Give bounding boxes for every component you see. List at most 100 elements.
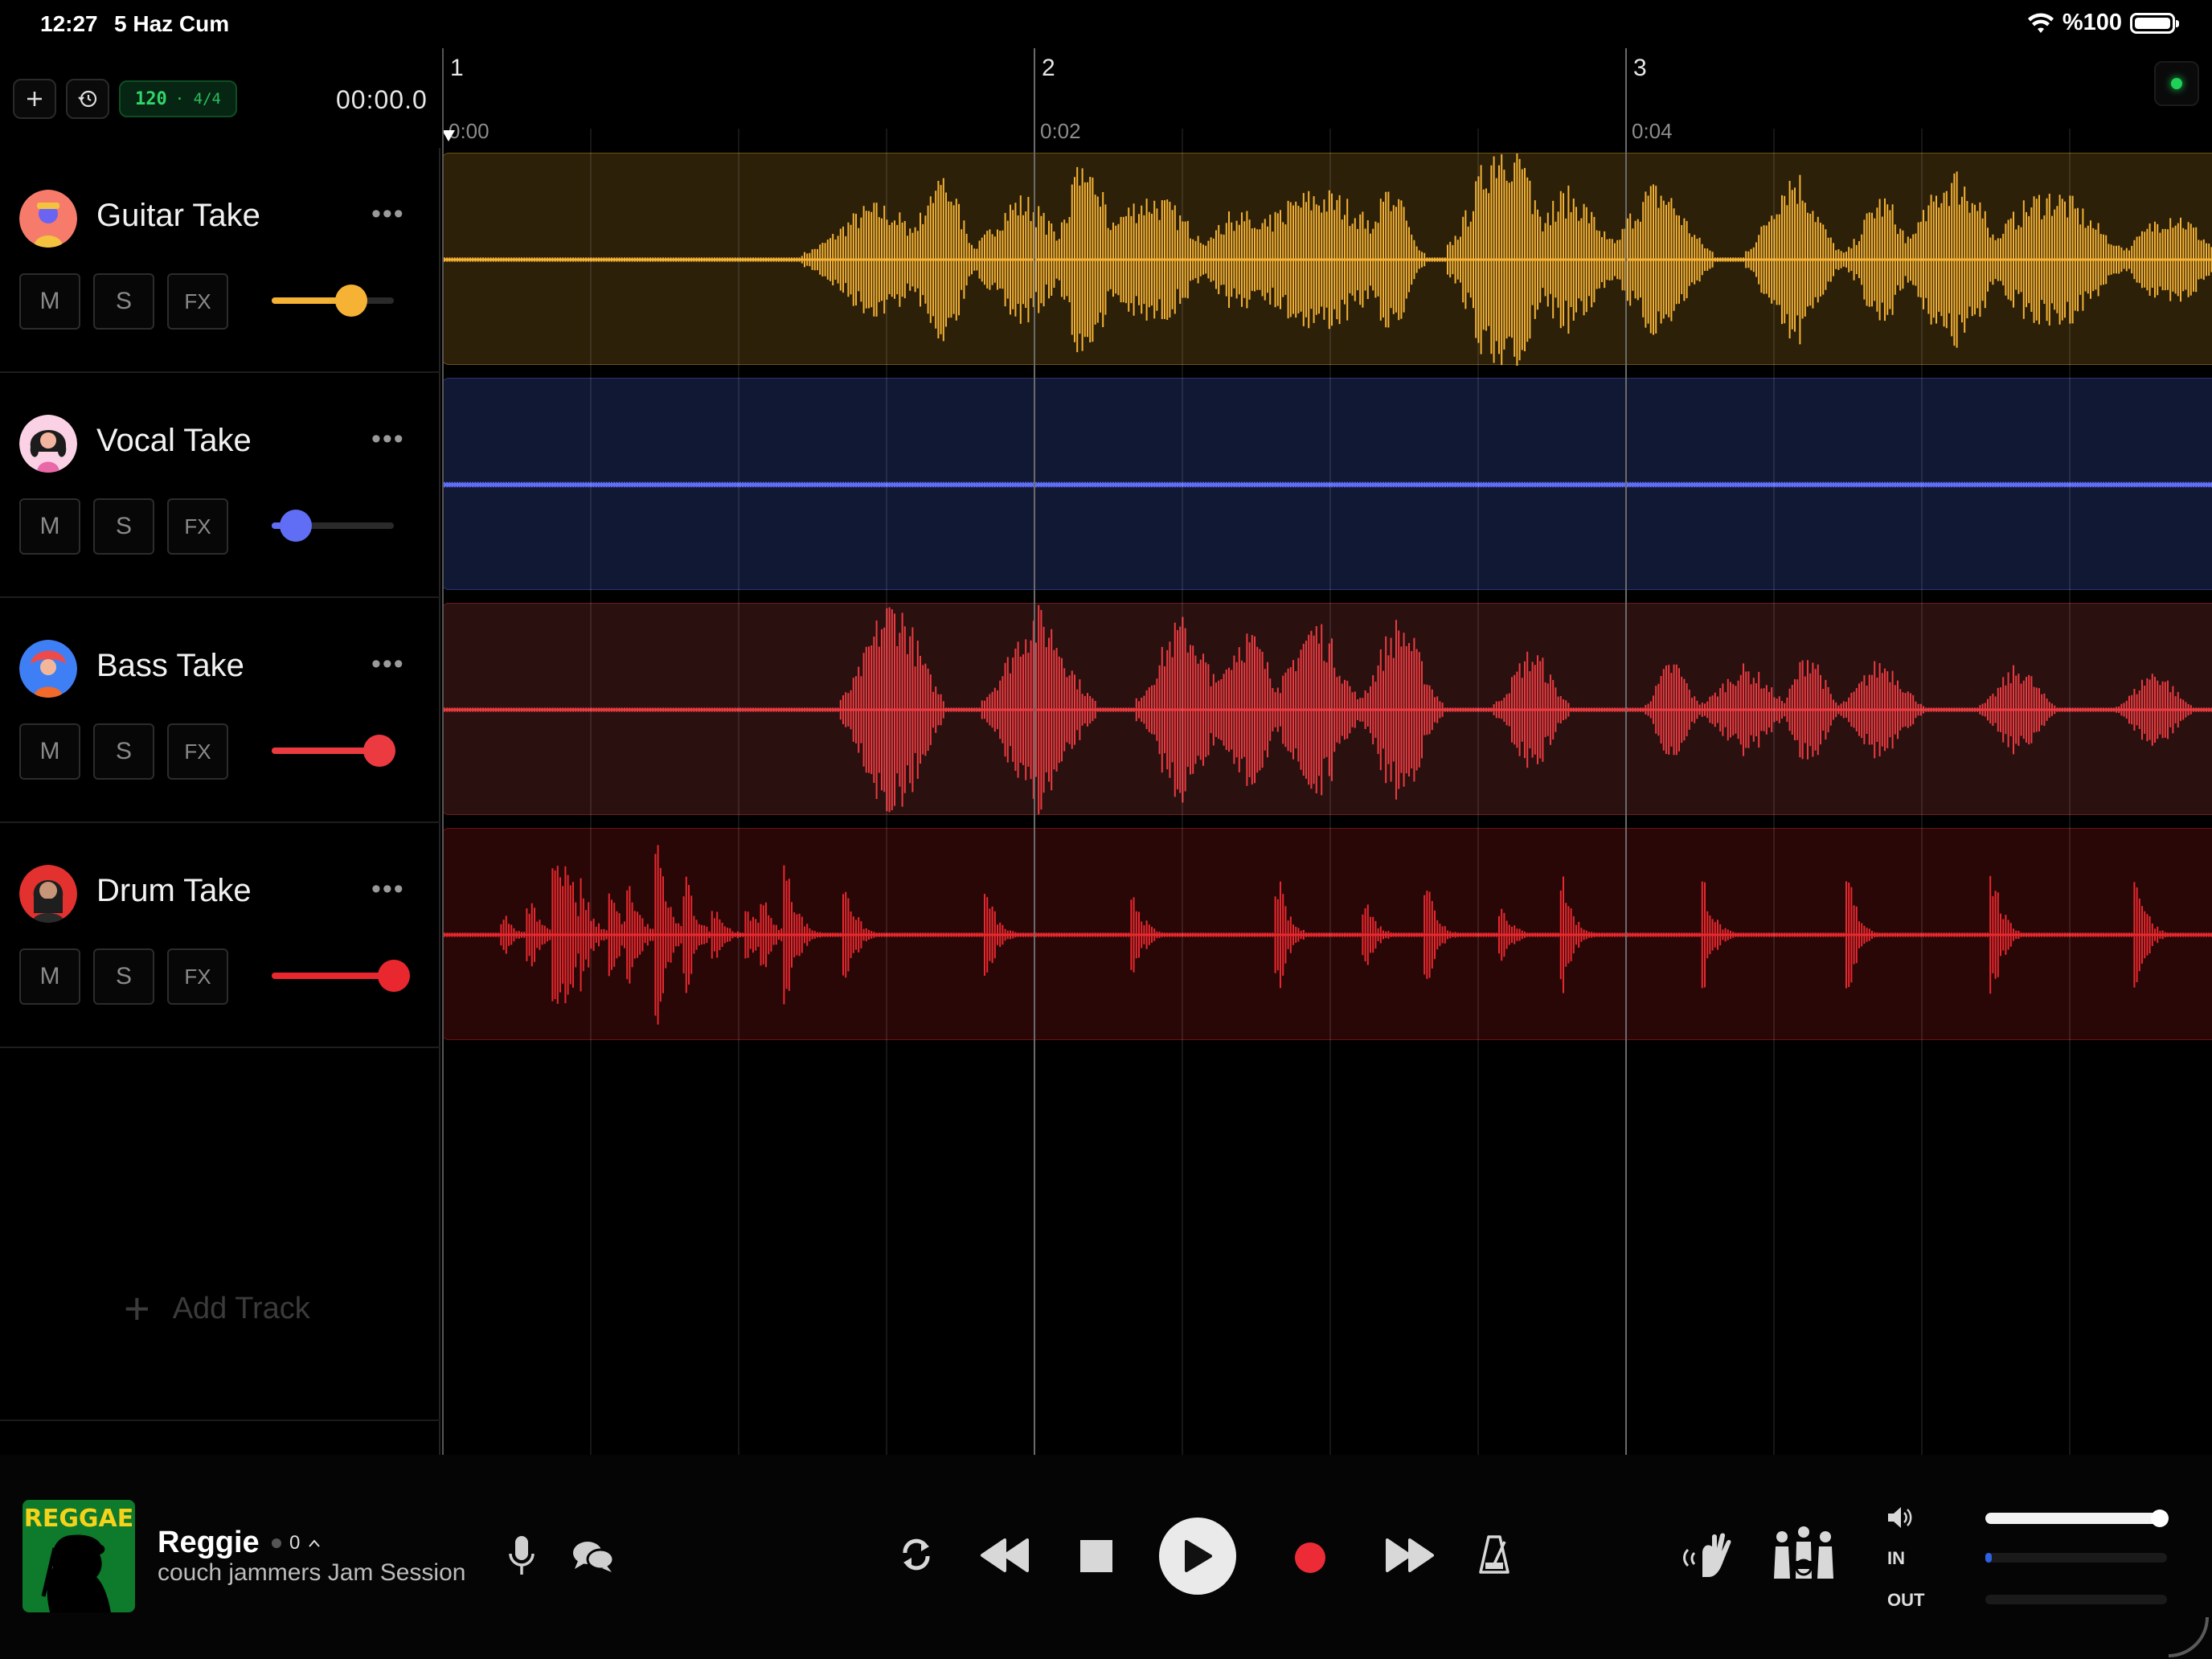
time-signature: · 4/4 — [174, 90, 221, 108]
status-right: %100 — [2027, 10, 2179, 36]
fx-button[interactable]: FX — [167, 273, 228, 330]
track-header[interactable]: Guitar Take ••• M S FX — [0, 148, 440, 373]
track-name[interactable]: Bass Take — [96, 648, 244, 684]
listener-value: 0 — [289, 1532, 301, 1554]
audio-clip[interactable] — [442, 378, 2212, 590]
position-clock: 00:00.0 — [336, 85, 428, 114]
track-list: + Add Track Guitar Take ••• M S FX Vocal… — [0, 148, 440, 1455]
microphone-icon — [509, 1536, 535, 1575]
battery-percent: %100 — [2062, 10, 2122, 35]
fx-button[interactable]: FX — [167, 948, 228, 1005]
rewind-icon — [981, 1538, 1029, 1572]
track-avatar[interactable] — [19, 640, 77, 698]
status-bar: 12:27 5 Haz Cum %100 — [0, 0, 2212, 48]
reggae-silhouette-icon — [41, 1534, 111, 1612]
bar-number: 2 — [1042, 55, 1055, 81]
solo-button[interactable]: S — [93, 273, 154, 330]
record-button[interactable] — [1292, 1540, 1328, 1575]
bar-line — [442, 48, 444, 1455]
track-header[interactable]: Bass Take ••• M S FX — [0, 598, 440, 823]
bar-line — [1625, 48, 1627, 1455]
track-avatar[interactable] — [19, 415, 77, 473]
beat-gridline — [590, 129, 592, 1455]
track-name[interactable]: Drum Take — [96, 873, 252, 909]
timeline[interactable]: 1 2 3 0:00 0:02 0:04 — [442, 48, 2212, 1455]
rewind-button[interactable] — [979, 1535, 1030, 1575]
solo-button[interactable]: S — [93, 498, 154, 555]
metronome-button[interactable] — [1476, 1532, 1513, 1577]
add-track-button[interactable]: + Add Track — [124, 1286, 310, 1331]
stop-button[interactable] — [1079, 1538, 1114, 1574]
listener-dot-icon — [272, 1538, 281, 1548]
waveform — [443, 154, 2212, 366]
track-volume-knob[interactable] — [334, 285, 367, 317]
fx-button[interactable]: FX — [167, 498, 228, 555]
track-volume-fill — [272, 973, 394, 979]
track-avatar[interactable] — [19, 865, 77, 923]
loop-button[interactable] — [894, 1532, 939, 1577]
track-volume-knob[interactable] — [363, 735, 395, 767]
wifi-icon — [2027, 13, 2054, 33]
master-volume-fill — [1985, 1513, 2160, 1524]
audience-button[interactable] — [1680, 1529, 1736, 1580]
track-volume-knob[interactable] — [378, 960, 410, 992]
track-avatar[interactable] — [19, 190, 77, 248]
time-label: 0:02 — [1040, 119, 1081, 143]
audio-clip[interactable] — [442, 153, 2212, 366]
more-options-icon[interactable]: ••• — [371, 200, 405, 227]
add-button[interactable] — [13, 79, 56, 119]
audio-clip[interactable] — [442, 828, 2212, 1040]
track-name[interactable]: Guitar Take — [96, 198, 260, 234]
tempo-badge[interactable]: 120 · 4/4 — [119, 80, 237, 117]
track-name[interactable]: Vocal Take — [96, 423, 252, 459]
out-label: OUT — [1887, 1590, 1925, 1610]
band-button[interactable] — [1765, 1526, 1842, 1582]
master-volume-slider[interactable] — [1985, 1509, 2169, 1527]
band-icon — [1774, 1526, 1833, 1579]
master-volume-knob[interactable] — [2150, 1509, 2169, 1527]
track-volume-slider[interactable] — [272, 960, 410, 992]
more-options-icon[interactable]: ••• — [371, 425, 405, 453]
stop-icon — [1080, 1540, 1112, 1572]
track-volume-knob[interactable] — [280, 510, 313, 542]
input-meter-fill — [1985, 1553, 1992, 1563]
more-options-icon[interactable]: ••• — [371, 875, 405, 903]
chevron-up-icon — [309, 1539, 321, 1547]
mute-button[interactable]: M — [19, 498, 80, 555]
speaker-icon — [1888, 1507, 1912, 1528]
resize-handle-icon[interactable] — [2162, 1611, 2210, 1659]
audio-clip[interactable] — [442, 603, 2212, 815]
waveform — [443, 604, 2212, 815]
add-track-label: Add Track — [172, 1291, 310, 1325]
fast-forward-button[interactable] — [1384, 1535, 1436, 1575]
more-options-icon[interactable]: ••• — [371, 650, 405, 678]
solo-button[interactable]: S — [93, 948, 154, 1005]
solo-button[interactable]: S — [93, 723, 154, 780]
history-button[interactable] — [66, 79, 109, 119]
bar-number: 1 — [450, 55, 464, 81]
chat-button[interactable] — [569, 1535, 617, 1577]
play-button[interactable] — [1159, 1518, 1236, 1595]
beat-gridline — [1329, 129, 1331, 1455]
session-cover[interactable]: REGGAE — [23, 1500, 135, 1612]
track-volume-slider[interactable] — [272, 510, 394, 542]
playhead-marker[interactable] — [442, 130, 455, 141]
listener-count[interactable]: 0 — [272, 1532, 321, 1555]
mute-button[interactable]: M — [19, 273, 80, 330]
track-volume-slider[interactable] — [272, 735, 395, 767]
play-icon — [1185, 1540, 1212, 1572]
top-tools: 120 · 4/4 — [13, 79, 237, 119]
chat-icon — [573, 1542, 615, 1572]
room-name[interactable]: Reggie — [158, 1526, 260, 1560]
volume-button[interactable] — [1886, 1503, 1915, 1532]
track-volume-slider[interactable] — [272, 285, 394, 317]
track-header[interactable]: Vocal Take ••• M S FX — [0, 373, 440, 598]
beat-gridline — [738, 129, 739, 1455]
mute-button[interactable]: M — [19, 723, 80, 780]
fx-button[interactable]: FX — [167, 723, 228, 780]
microphone-button[interactable] — [503, 1534, 540, 1579]
status-time: 12:27 — [40, 11, 98, 36]
track-header[interactable]: Drum Take ••• M S FX — [0, 823, 440, 1048]
plus-icon: + — [124, 1283, 150, 1333]
mute-button[interactable]: M — [19, 948, 80, 1005]
